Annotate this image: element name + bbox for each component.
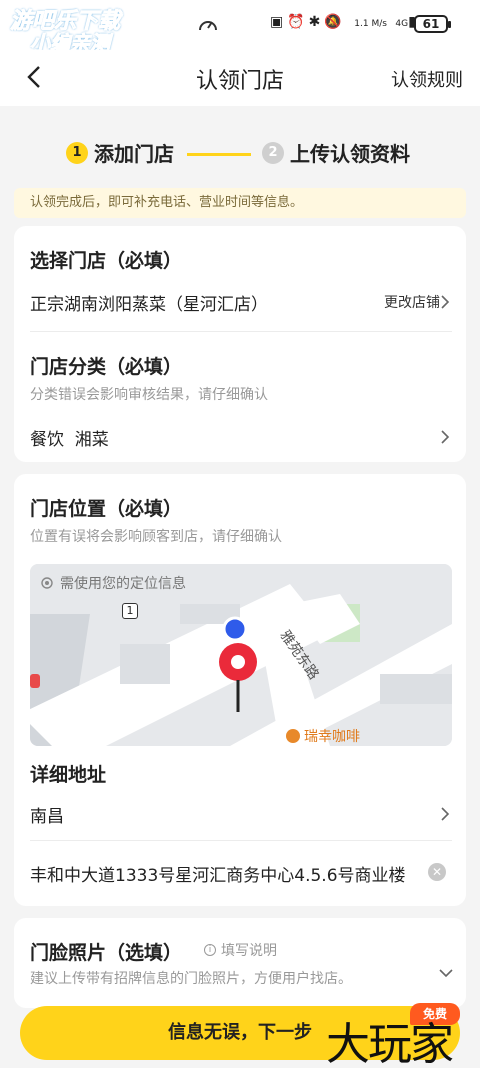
net-speed: 1.1 M/s <box>354 19 387 29</box>
chevron-right-icon[interactable] <box>440 429 450 445</box>
photo-title: 门脸照片（选填） <box>30 942 183 964</box>
divider <box>30 840 452 841</box>
clear-icon[interactable]: ✕ <box>428 863 446 881</box>
nav-bar: 认领门店 认领规则 <box>0 50 480 106</box>
brand-watermark: 大玩家 <box>326 1019 454 1068</box>
alarm-icon: ⏰ <box>287 14 309 30</box>
map-pin-icon <box>219 643 257 712</box>
street-address-input[interactable]: 丰和中大道1333号星河汇商务中心4.5.6号商业楼 <box>30 861 425 886</box>
coffee-icon <box>286 729 300 743</box>
location-hint: 位置有误将会影响顾客到店，请仔细确认 <box>30 529 282 545</box>
road-number-badge: 1 <box>122 603 138 619</box>
step-connector <box>187 153 251 156</box>
category-value[interactable]: 餐饮 湘菜 <box>30 425 109 450</box>
chevron-down-icon[interactable] <box>438 968 454 978</box>
category-hint: 分类错误会影响审核结果，请仔细确认 <box>30 387 268 403</box>
locate-icon <box>41 577 53 589</box>
guide-label: 填写说明 <box>221 943 277 959</box>
location-card: 门店位置（必填） 位置有误将会影响顾客到店，请仔细确认 需使用您的定位信息 1 … <box>14 474 466 906</box>
step-indicator: 1 添加门店 2 上传认领资料 <box>0 138 480 170</box>
info-icon: i <box>204 944 216 956</box>
nfc-icon: ▣ <box>270 14 288 30</box>
step-number: 1 <box>66 141 88 164</box>
city-value[interactable]: 南昌 <box>30 802 64 827</box>
status-icons: ▣⏰✱🔕 1.1 M/s 4G▮ <box>270 14 420 30</box>
divider <box>30 331 452 332</box>
step-add-store: 1 添加门店 <box>66 138 174 167</box>
claim-rules-link[interactable]: 认领规则 <box>391 66 463 92</box>
bluetooth-icon: ✱ <box>308 14 325 30</box>
fill-guide-link[interactable]: i 填写说明 <box>204 940 277 960</box>
poi-luckin: 瑞幸咖啡 <box>286 726 360 746</box>
chevron-right-icon <box>441 295 450 309</box>
battery-icon: 61 <box>414 15 451 33</box>
change-store-button[interactable]: 更改店铺 <box>384 292 440 312</box>
step-label: 上传认领资料 <box>290 142 410 166</box>
detail-address-title: 详细地址 <box>30 764 107 786</box>
location-title: 门店位置（必填） <box>30 498 183 520</box>
store-info-card: 选择门店（必填） 正宗湖南浏阳蒸菜（星河汇店） 更改店铺 门店分类（必填） 分类… <box>14 226 466 462</box>
mute-icon: 🔕 <box>324 14 346 30</box>
user-location-dot <box>222 616 248 640</box>
location-map[interactable]: 需使用您的定位信息 1 雅苑东路 瑞幸咖啡 <box>30 564 452 746</box>
chevron-right-icon[interactable] <box>440 806 450 822</box>
speedometer-icon <box>199 21 217 31</box>
watermark-logo: 游吧乐下载 小编亲测 <box>10 9 145 54</box>
select-store-title: 选择门店（必填） <box>30 250 183 272</box>
watermark-line1: 游吧乐下载 <box>10 9 121 34</box>
map-hint-text: 需使用您的定位信息 <box>60 576 186 592</box>
store-name: 正宗湖南浏阳蒸菜（星河汇店） <box>30 295 268 315</box>
photo-card: 门脸照片（选填） i 填写说明 建议上传带有招牌信息的门脸照片，方便用户找店。 <box>14 918 466 1008</box>
step-upload-materials: 2 上传认领资料 <box>262 138 410 167</box>
location-permission-hint: 需使用您的定位信息 <box>40 573 186 593</box>
info-notice: 认领完成后，即可补充电话、营业时间等信息。 <box>14 188 466 218</box>
status-bar: 游吧乐下载 小编亲测 ▣⏰✱🔕 1.1 M/s 4G▮ 61 <box>0 0 480 54</box>
step-number: 2 <box>262 141 284 164</box>
step-label: 添加门店 <box>94 142 174 166</box>
poi-label: 瑞幸咖啡 <box>304 729 360 745</box>
photo-hint: 建议上传带有招牌信息的门脸照片，方便用户找店。 <box>30 971 352 987</box>
category-title: 门店分类（必填） <box>30 356 183 378</box>
network-type: 4G <box>395 19 409 29</box>
